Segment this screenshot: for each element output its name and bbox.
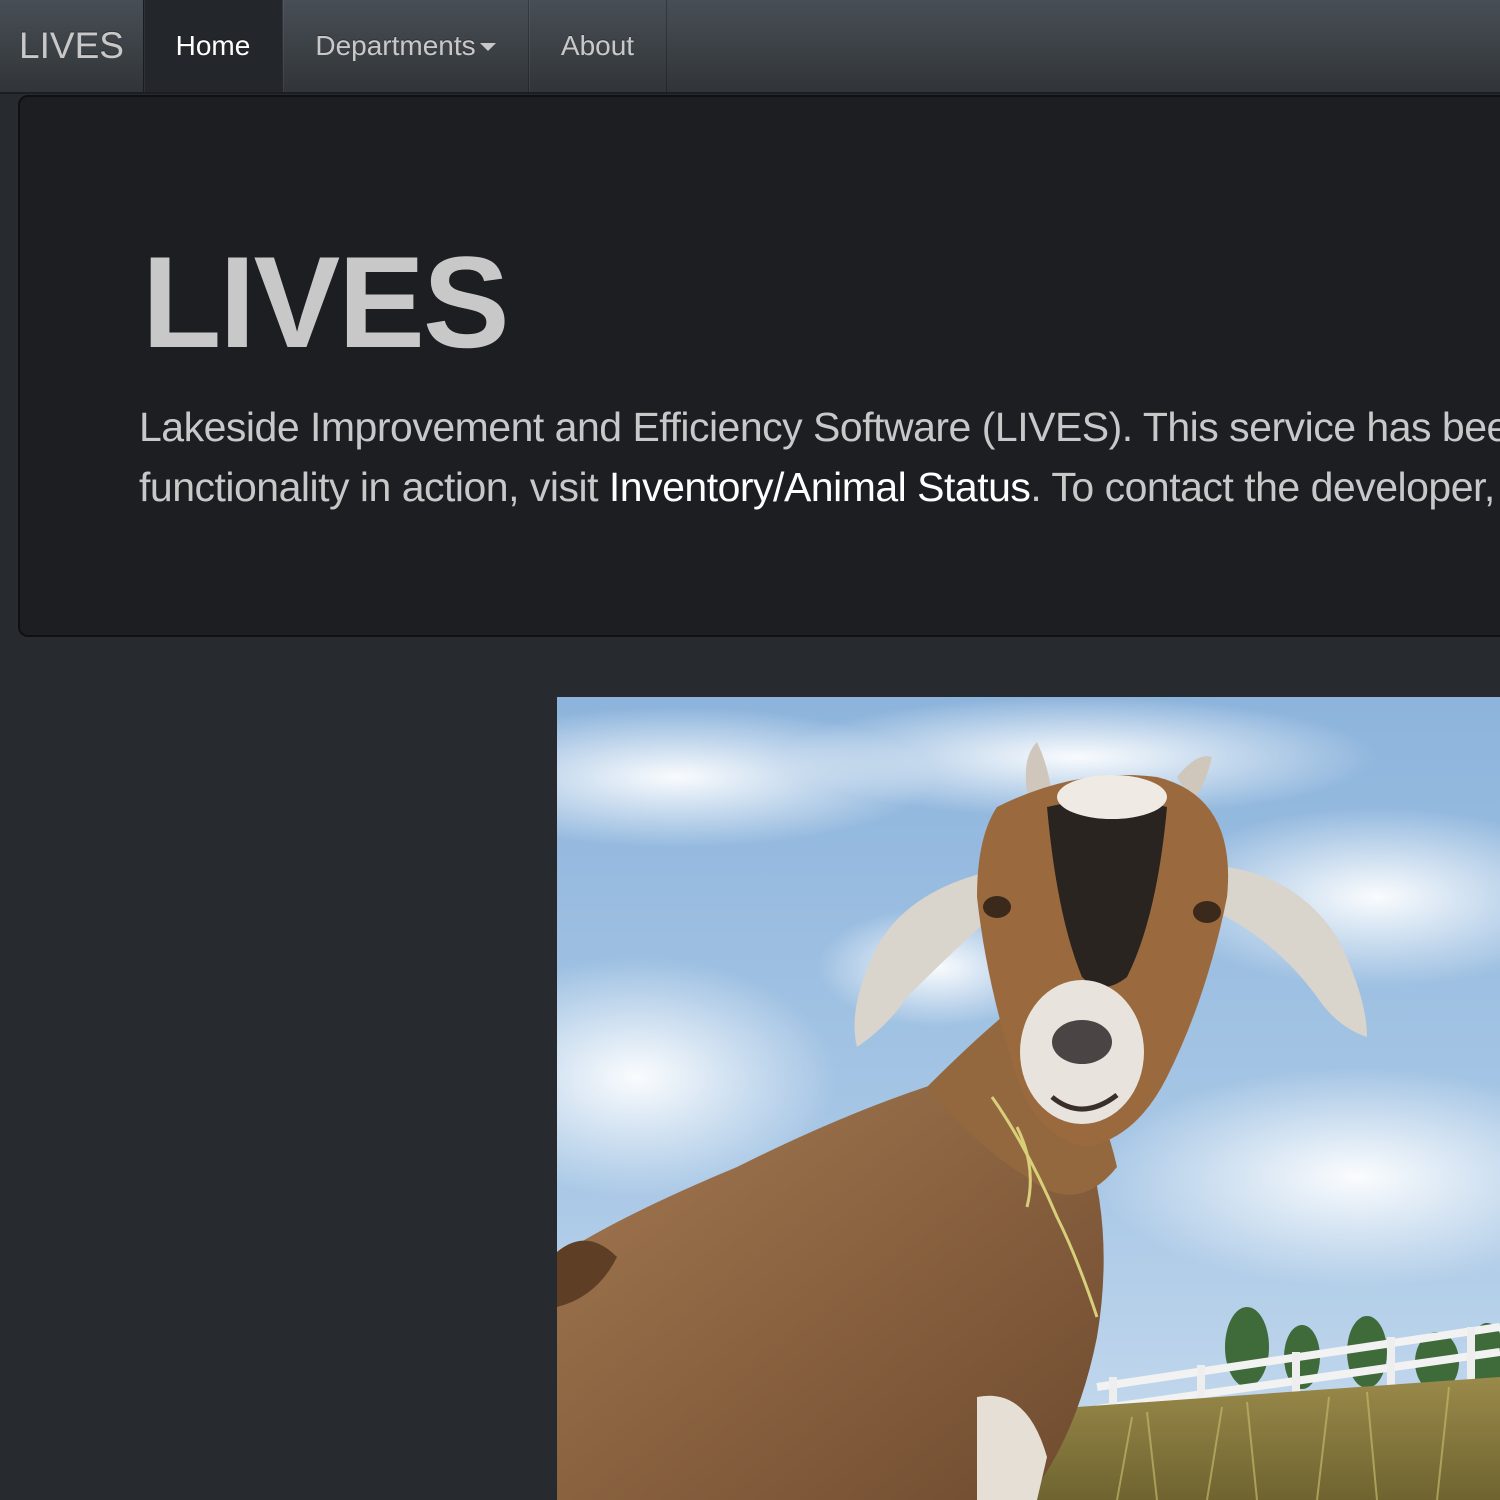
nav-item-home-label: Home	[175, 30, 251, 61]
jumbotron-title: LIVES	[142, 229, 510, 375]
nav-item-departments-label: Departments	[315, 30, 476, 61]
jumbotron-description: Lakeside Improvement and Efficiency Soft…	[139, 397, 1500, 517]
description-line-2-suffix: . To contact the developer, v	[1030, 464, 1500, 510]
description-line-1: Lakeside Improvement and Efficiency Soft…	[139, 404, 1500, 450]
caret-down-icon	[479, 43, 496, 51]
jumbotron: LIVES Lakeside Improvement and Efficienc…	[18, 95, 1500, 637]
navbar-brand[interactable]: LIVES	[0, 0, 143, 92]
nav-item-about-label: About	[560, 30, 635, 61]
nav-item-about[interactable]: About	[528, 0, 667, 92]
nav-item-home[interactable]: Home	[143, 0, 282, 92]
navbar: LIVES Home Departments About	[0, 0, 1500, 94]
nav-item-departments[interactable]: Departments	[282, 0, 528, 92]
description-line-2-prefix: functionality in action, visit	[139, 464, 609, 510]
goat-photo	[557, 697, 1500, 1500]
inventory-animal-status-link[interactable]: Inventory/Animal Status	[609, 464, 1031, 510]
